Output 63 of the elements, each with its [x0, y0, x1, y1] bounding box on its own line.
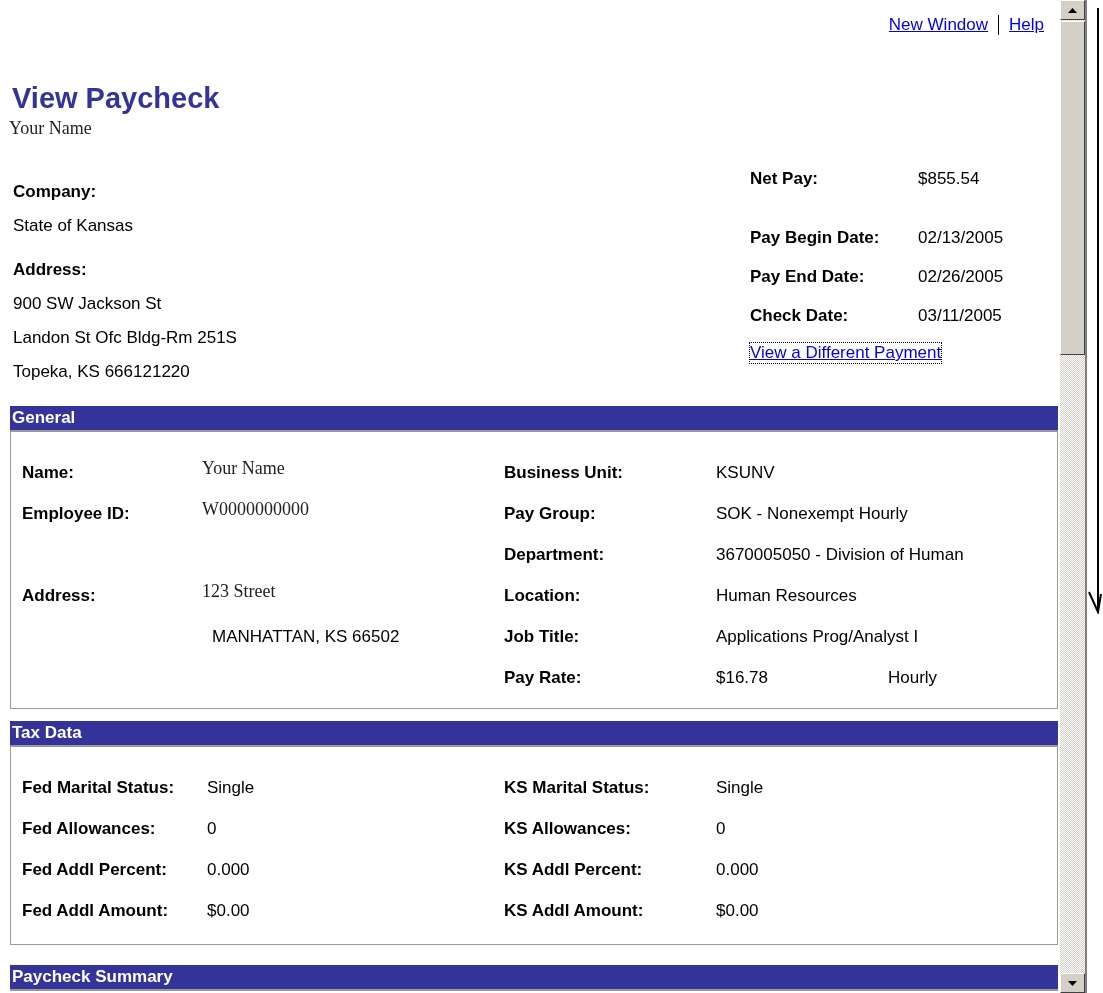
field-value: 123 Street [202, 580, 277, 602]
field-value: 0.000 [207, 859, 251, 880]
scroll-up-button[interactable] [1060, 0, 1085, 20]
field-value: Human Resources [716, 585, 858, 606]
section-header: Paycheck Summary [10, 965, 1058, 991]
field-value: Single [207, 777, 256, 798]
field-value: Hourly [888, 667, 939, 688]
field-label: Pay Rate: [504, 667, 583, 688]
field-label: Address: [13, 259, 88, 281]
field-label: KS Marital Status: [504, 777, 651, 798]
field-value: State of Kansas [13, 215, 135, 237]
field-value: $0.00 [207, 900, 251, 921]
field-label: Address: [22, 585, 97, 606]
down-arrow-icon [1068, 980, 1077, 986]
field-value: 0 [716, 818, 727, 839]
page-title: View Paycheck [12, 82, 221, 114]
employee-name: Your Name [9, 118, 93, 139]
section-header: General [10, 406, 1058, 432]
field-label: Job Title: [504, 626, 581, 647]
field-label: Net Pay: [750, 168, 820, 190]
field-label: Fed Allowances: [22, 818, 157, 839]
field-label: Location: [504, 585, 582, 606]
address-line: Landon St Ofc Bldg-Rm 251S [13, 327, 237, 349]
field-value: 0 [207, 818, 218, 839]
field-value: W0000000000 [202, 498, 310, 520]
field-value: SOK - Nonexempt Hourly [716, 503, 908, 524]
field-value: Single [716, 777, 765, 798]
field-value: KSUNV [716, 462, 776, 483]
field-label: Name: [22, 462, 75, 483]
field-value: 0.000 [716, 859, 760, 880]
field-label: Business Unit: [504, 462, 625, 483]
field-label: Department: [504, 544, 606, 565]
field-label: Employee ID: [22, 503, 131, 524]
field-label: Fed Addl Percent: [22, 859, 168, 880]
field-label: Company: [13, 181, 98, 203]
field-value: $0.00 [716, 900, 760, 921]
field-value: Applications Prog/Analyst I [716, 626, 919, 647]
field-label: Pay End Date: [750, 266, 866, 288]
new-window-link[interactable]: New Window [888, 15, 989, 35]
field-label: Fed Marital Status: [22, 777, 176, 798]
field-label: Pay Begin Date: [750, 227, 881, 249]
field-value: Your Name [202, 457, 286, 479]
field-value: 02/26/2005 [918, 266, 1005, 288]
section-header: Tax Data [10, 721, 1058, 747]
field-label: Fed Addl Amount: [22, 900, 170, 921]
field-value: $855.54 [918, 168, 981, 190]
field-label: KS Addl Percent: [504, 859, 644, 880]
field-value: 02/13/2005 [918, 227, 1005, 249]
different-payment-link[interactable]: View a Different Payment [750, 343, 942, 363]
field-value: MANHATTAN, KS 66502 [211, 626, 401, 647]
field-label: Check Date: [750, 305, 850, 327]
address-line: Topeka, KS 666121220 [13, 361, 191, 383]
field-value: $16.78 [716, 667, 769, 688]
field-label: Pay Group: [504, 503, 597, 524]
field-value: 03/11/2005 [918, 305, 1003, 327]
scroll-down-button[interactable] [1060, 973, 1085, 993]
field-label: KS Allowances: [504, 818, 632, 839]
address-line: 900 SW Jackson St [13, 293, 163, 315]
help-link[interactable]: Help [1009, 15, 1044, 35]
up-arrow-icon [1068, 7, 1077, 13]
field-label: KS Addl Amount: [504, 900, 645, 921]
field-value: 3670005050 - Division of Human [716, 544, 964, 565]
scrollbar-thumb[interactable] [1060, 21, 1085, 355]
